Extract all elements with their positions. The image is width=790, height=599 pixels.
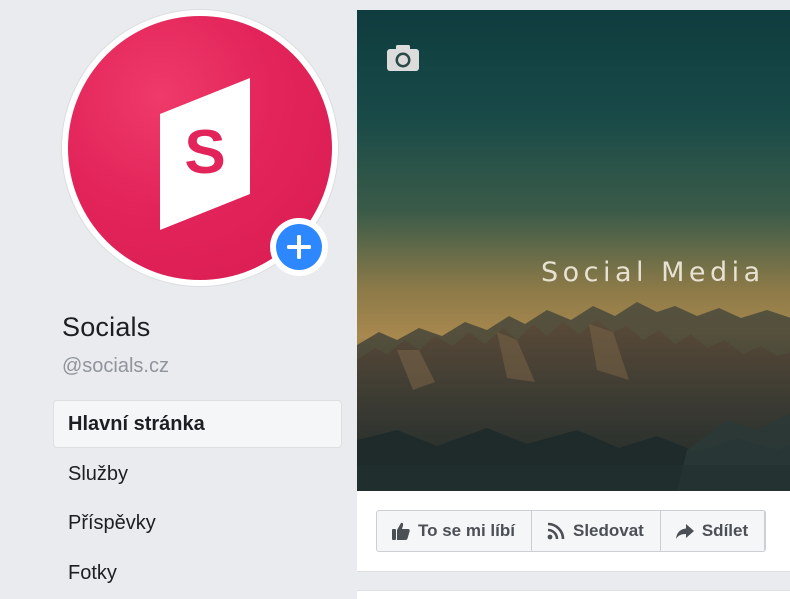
nav-item-posts[interactable]: Příspěvky <box>54 500 341 546</box>
logo-letter: S <box>184 118 225 187</box>
share-button-label: Sdílet <box>701 521 749 540</box>
like-button-label: To se mi líbí <box>418 521 515 540</box>
follow-button-label: Sledovat <box>572 521 644 540</box>
nav-item-services[interactable]: Služby <box>54 451 341 497</box>
thumbs-up-icon <box>391 521 411 541</box>
like-button[interactable]: To se mi líbí <box>377 511 532 551</box>
share-arrow-icon <box>675 521 695 541</box>
nav-item-home[interactable]: Hlavní stránka <box>54 401 341 447</box>
nav-item-photos[interactable]: Fotky <box>54 550 341 596</box>
cover-photo[interactable]: Social Media <box>357 10 790 491</box>
action-button-group: To se mi líbí Sledovat Sdílet <box>376 510 767 552</box>
cover-title-text: Social Media <box>541 257 765 288</box>
page-title[interactable]: Socials <box>62 312 150 343</box>
plus-icon <box>276 224 322 270</box>
camera-icon[interactable] <box>385 43 421 73</box>
share-button[interactable]: Sdílet <box>661 511 766 551</box>
follow-button[interactable]: Sledovat <box>532 511 661 551</box>
next-content-card <box>357 590 790 599</box>
cover-mountain-image <box>357 10 790 491</box>
add-profile-photo-button[interactable] <box>270 218 328 276</box>
page-action-bar: To se mi líbí Sledovat Sdílet <box>357 491 790 572</box>
page-side-nav: Hlavní stránka Služby Příspěvky Fotky <box>54 401 341 599</box>
rss-icon <box>546 521 566 541</box>
page-username[interactable]: @socials.cz <box>62 355 169 378</box>
facebook-page-view: S Socials @socials.cz Hlavní stránka Slu… <box>0 0 790 599</box>
